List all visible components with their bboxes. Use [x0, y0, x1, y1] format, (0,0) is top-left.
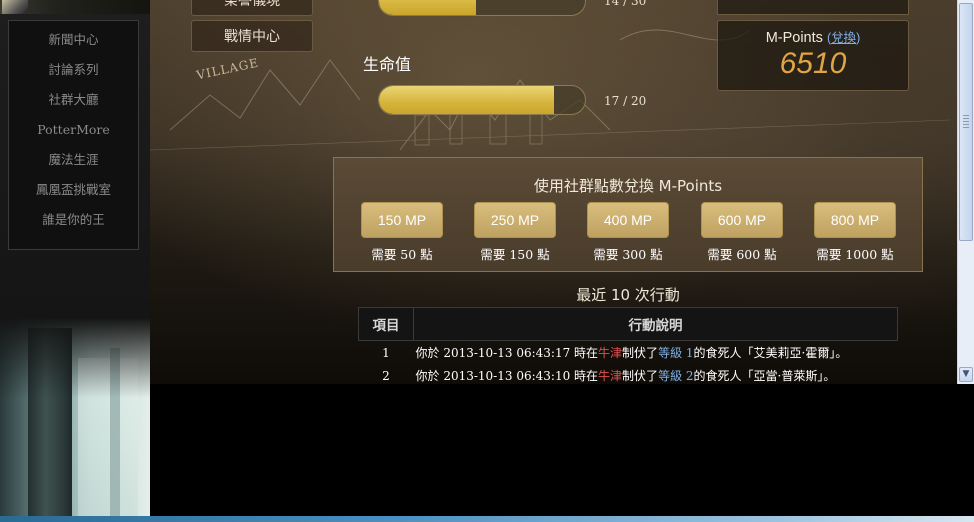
nav-item-community-hall[interactable]: 社群大廳 — [9, 88, 138, 118]
main-content: VILLAGE 榮譽儀現 戰情中心 14 / 30 生命值 17 / 20 M-… — [150, 0, 957, 384]
nav-item-who-is-your-king[interactable]: 誰是你的王 — [9, 208, 138, 238]
exchange-title: 使用社群點數兌換 M-Points — [533, 177, 723, 195]
exchange-600mp-note: 需要 600 點 — [707, 247, 777, 262]
battle-center-button[interactable]: 戰情中心 — [191, 20, 313, 52]
row-text: 的食死人「艾美莉亞·霍爾」。 — [693, 346, 848, 360]
top-partial-button[interactable]: 榮譽儀現 — [191, 0, 313, 16]
nav-item-pottermore[interactable]: PotterMore — [9, 118, 138, 148]
column-header-description: 行動說明 — [413, 307, 898, 341]
table-header-row: 項目 行動說明 — [358, 307, 898, 341]
row-text: 的食死人「亞當·普萊斯」。 — [693, 369, 836, 383]
exchange-400mp-note: 需要 300 點 — [593, 247, 663, 262]
mpoints-title: M-Points — [765, 30, 823, 46]
mpoints-box: M-Points (兌換) 6510 — [717, 20, 909, 91]
exchange-panel: 使用社群點數兌換 M-Points 150 MP 需要 50 點 250 MP … — [333, 157, 923, 272]
exchange-800mp-button[interactable]: 800 MP — [814, 202, 896, 238]
scroll-down-arrow-icon[interactable]: ▼ — [959, 367, 973, 382]
mpoints-exchange-link[interactable]: 兌換 — [831, 31, 856, 45]
taskbar-strip — [0, 516, 974, 522]
exchange-150mp-button[interactable]: 150 MP — [361, 202, 443, 238]
row-level: 等級 1 — [658, 346, 694, 360]
top-banner-fragment — [0, 0, 150, 14]
table-row: 2 你於 2013-10-13 06:43:10 時在牛津制伏了等級 2的食死人… — [359, 364, 898, 384]
mpoints-value: 6510 — [779, 47, 847, 80]
vertical-scrollbar[interactable]: ▼ — [957, 0, 974, 384]
row-location: 牛津 — [598, 346, 623, 360]
top-progress-bar — [378, 0, 586, 16]
recent-actions-table: 項目 行動說明 1 你於 2013-10-13 06:43:17 時在牛津制伏了… — [358, 307, 898, 384]
row-text: 制伏了 — [622, 369, 659, 383]
exchange-400mp-button[interactable]: 400 MP — [587, 202, 669, 238]
mpoints-link-close: ) — [856, 31, 861, 45]
row-text: 你於 2013-10-13 06:43:10 時在 — [415, 369, 599, 383]
life-bar-fill — [379, 86, 555, 114]
nav-item-magic-career[interactable]: 魔法生涯 — [9, 148, 138, 178]
exchange-250mp-note: 需要 150 點 — [480, 247, 550, 262]
top-progress-fill — [379, 0, 476, 15]
life-value-text: 17 / 20 — [604, 94, 647, 108]
top-progress-text: 14 / 30 — [604, 0, 647, 8]
empty-black-area — [150, 384, 974, 516]
life-bar — [378, 85, 586, 115]
row-description: 你於 2013-10-13 06:43:10 時在牛津制伏了等級 2的食死人「亞… — [414, 364, 898, 384]
scrollbar-grip-icon — [963, 115, 969, 129]
row-description: 你於 2013-10-13 06:43:17 時在牛津制伏了等級 1的食死人「艾… — [414, 341, 898, 365]
row-index: 1 — [382, 345, 390, 360]
row-index: 2 — [382, 368, 390, 383]
scrollbar-thumb[interactable] — [959, 3, 973, 241]
nav-item-discussion[interactable]: 討論系列 — [9, 58, 138, 88]
exchange-250mp-button[interactable]: 250 MP — [474, 202, 556, 238]
table-row: 1 你於 2013-10-13 06:43:17 時在牛津制伏了等級 1的食死人… — [359, 341, 898, 365]
exchange-800mp-note: 需要 1000 點 — [816, 247, 894, 262]
left-column: 新聞中心 討論系列 社群大廳 PotterMore 魔法生涯 鳳凰盃挑戰室 誰是… — [0, 0, 150, 522]
mpoints-title-line: M-Points (兌換) — [718, 27, 908, 46]
exchange-600mp-button[interactable]: 600 MP — [701, 202, 783, 238]
forest-fog — [0, 318, 150, 398]
column-header-item: 項目 — [358, 307, 414, 341]
nav-item-news[interactable]: 新聞中心 — [9, 28, 138, 58]
stat-box-top — [717, 0, 909, 15]
nav-item-phoenix-cup[interactable]: 鳳凰盃挑戰室 — [9, 178, 138, 208]
recent-actions-title: 最近 10 次行動 — [576, 286, 680, 304]
row-location: 牛津 — [598, 369, 623, 383]
row-text: 制伏了 — [622, 346, 659, 360]
left-navigation: 新聞中心 討論系列 社群大廳 PotterMore 魔法生涯 鳳凰盃挑戰室 誰是… — [8, 20, 139, 250]
row-level: 等級 2 — [658, 369, 694, 383]
row-text: 你於 2013-10-13 06:43:17 時在 — [415, 346, 599, 360]
forest-background-image — [0, 318, 150, 522]
life-label: 生命值 — [363, 55, 412, 74]
exchange-150mp-note: 需要 50 點 — [371, 247, 433, 262]
